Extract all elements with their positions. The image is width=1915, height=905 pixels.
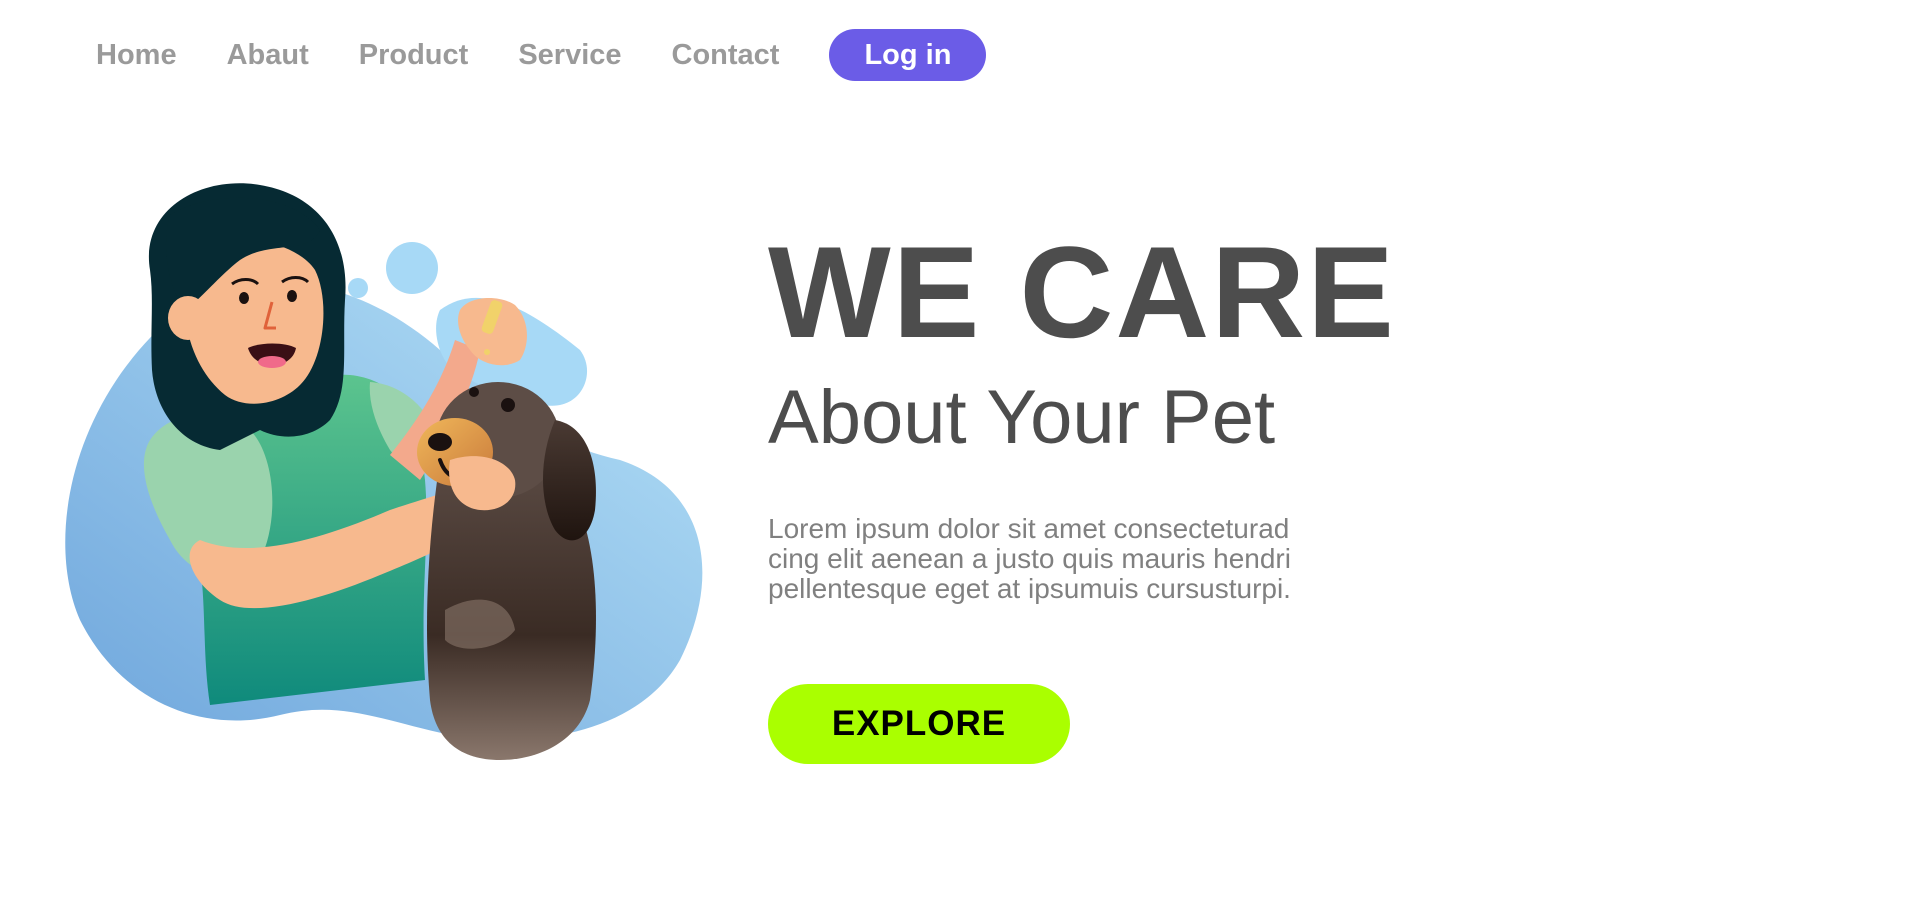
- top-navigation: Home Abaut Product Service Contact Log i…: [96, 28, 987, 82]
- nav-link-service[interactable]: Service: [518, 28, 621, 82]
- hero-description-line: pellentesque eget at ipsumuis cursusturp…: [768, 573, 1291, 604]
- woman-caring-for-dog-illustration: [65, 183, 703, 760]
- nav-link-product[interactable]: Product: [359, 28, 469, 82]
- landing-page: Home Abaut Product Service Contact Log i…: [0, 0, 1915, 905]
- hero-subtitle: About Your Pet: [768, 375, 1276, 460]
- hero-title: WE CARE: [768, 219, 1396, 365]
- nav-link-contact[interactable]: Contact: [672, 28, 780, 82]
- login-button[interactable]: Log in: [829, 29, 987, 81]
- nav-link-about[interactable]: Abaut: [227, 28, 309, 82]
- hero-illustration: [60, 160, 720, 760]
- explore-button[interactable]: EXPLORE: [768, 684, 1070, 764]
- nav-link-home[interactable]: Home: [96, 28, 177, 82]
- hero-description: Lorem ipsum dolor sit amet consecteturad…: [768, 514, 1448, 604]
- hero-description-line: Lorem ipsum dolor sit amet consecteturad: [768, 513, 1290, 544]
- hero-section: WE CARE About Your Pet Lorem ipsum dolor…: [768, 222, 1668, 764]
- hero-description-line: cing elit aenean a justo quis mauris hen…: [768, 543, 1291, 574]
